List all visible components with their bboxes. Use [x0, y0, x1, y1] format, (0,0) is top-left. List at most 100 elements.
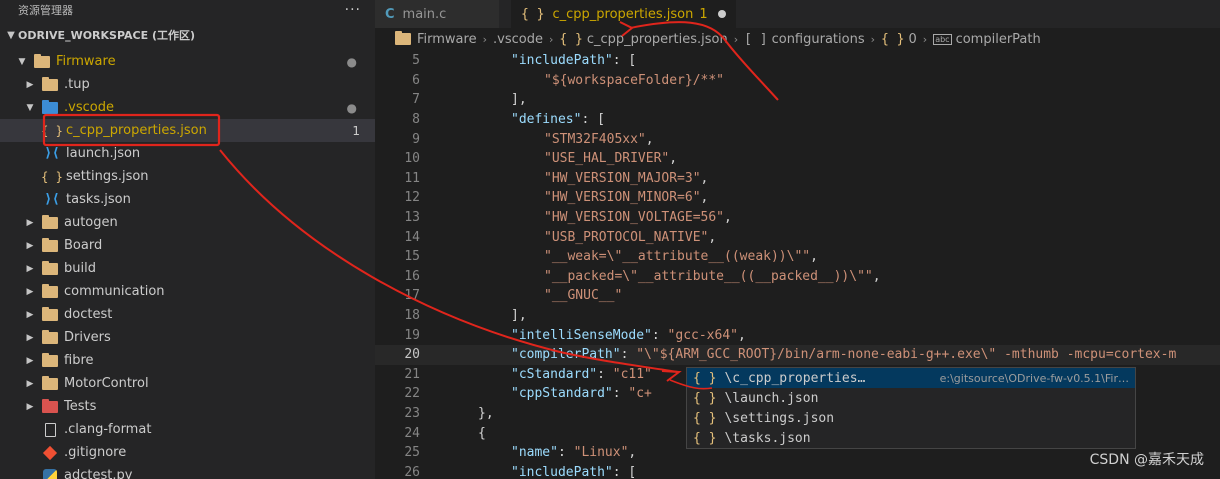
modified-dot-icon: ● [346, 100, 357, 115]
suggestion-item[interactable]: { } \settings.json [687, 408, 1135, 428]
tests-folder-icon [42, 398, 58, 413]
line-number: 25 [404, 445, 420, 461]
breadcrumb-item[interactable]: configurations [772, 32, 865, 47]
tree-item[interactable]: ▶ .tup [0, 73, 375, 96]
code-token: "compilerPath" [511, 347, 621, 363]
unsaved-dot-icon[interactable] [717, 10, 726, 18]
code-line[interactable]: 12 "HW_VERSION_MINOR=6", [375, 188, 708, 208]
code-line[interactable]: 24 { [375, 423, 485, 443]
code-line[interactable]: 16 "__packed=\"__attribute__((__packed__)… [375, 267, 880, 287]
tree-item[interactable]: ▶ build [0, 257, 375, 280]
code-line[interactable]: 10 "USE_HAL_DRIVER", [375, 149, 677, 169]
folder-icon [42, 283, 58, 298]
vscode-folder-icon [42, 99, 58, 114]
tree-item[interactable]: ▶ Tests [0, 395, 375, 418]
tree-item[interactable]: { } c_cpp_properties.json 1 [0, 119, 375, 142]
tree-item[interactable]: ▶ Drivers [0, 326, 375, 349]
code-line[interactable]: 14 "USB_PROTOCOL_NATIVE", [375, 227, 716, 247]
line-number: 8 [412, 112, 420, 128]
code-line[interactable]: 18], [375, 306, 526, 326]
tree-item[interactable]: ▶ fibre [0, 349, 375, 372]
code-line[interactable]: 7], [375, 90, 526, 110]
code-line[interactable]: 15 "__weak=\"__attribute__((weak))\"", [375, 247, 818, 267]
code-line[interactable]: 9 "STM32F405xx", [375, 129, 653, 149]
code-line[interactable]: 21 "cStandard": "c11" [375, 365, 652, 385]
code-line[interactable]: 26 "includePath": [ [375, 463, 636, 479]
breadcrumb-item[interactable]: Firmware [417, 32, 477, 47]
tree-item[interactable]: ▶ Board [0, 234, 375, 257]
line-number: 24 [404, 425, 420, 441]
code-token: "gcc-x64" [667, 327, 738, 343]
workspace-label: ODRIVE_WORKSPACE (工作区) [18, 29, 196, 42]
code-line[interactable]: 20 "compilerPath": "\"${ARM_GCC_ROOT}/bin… [375, 345, 1220, 365]
tab-label: c_cpp_properties.json [552, 6, 694, 22]
code-line[interactable]: 25 "name": "Linux", [375, 443, 636, 463]
tree-item[interactable]: ⟩⟨ tasks.json [0, 188, 375, 211]
tree-item[interactable]: ▶ autogen [0, 211, 375, 234]
array-icon: [ ] [744, 31, 768, 47]
code-text: "__GNUC__" [544, 288, 622, 303]
json-file-icon: { } [693, 430, 717, 446]
tree-item[interactable]: .clang-format [0, 418, 375, 441]
tree-item-label: .vscode [64, 100, 114, 115]
tree-item-icon [42, 237, 58, 254]
code-token: "cppStandard" [511, 386, 613, 402]
tree-item-icon [42, 445, 58, 461]
code-line[interactable]: 8 "defines": [ [375, 110, 605, 130]
tree-item-icon [42, 214, 58, 231]
line-number: 10 [404, 151, 420, 167]
breadcrumb-item[interactable]: 0 [909, 32, 917, 47]
tree-item[interactable]: adctest.py [0, 464, 375, 479]
tree-item-label: c_cpp_properties.json [66, 123, 207, 138]
code-line[interactable]: 19 "intelliSenseMode": "gcc-x64", [375, 325, 745, 345]
code-token: "__weak=\"__attribute__((weak))\"" [544, 249, 811, 265]
line-number: 15 [404, 249, 420, 265]
code-line[interactable]: 11 "HW_VERSION_MAJOR=3", [375, 169, 708, 189]
tab-inactive[interactable]: Cmain.c [375, 0, 499, 28]
tree-item-label: .gitignore [64, 445, 127, 460]
breadcrumb-item[interactable]: compilerPath [956, 32, 1041, 47]
code-line[interactable]: 5 "includePath": [ [375, 51, 636, 71]
code-token: "defines" [511, 112, 582, 128]
code-line[interactable]: 17 "__GNUC__" [375, 286, 622, 306]
folder-icon [42, 306, 58, 321]
code-token: "Linux" [573, 445, 629, 461]
code-text: "HW_VERSION_MAJOR=3", [544, 171, 708, 186]
suggestion-item[interactable]: { } \tasks.json [687, 428, 1135, 448]
code-text: { [478, 426, 486, 441]
tab-active[interactable]: { } c_cpp_properties.json 1 [511, 0, 736, 28]
tree-item[interactable]: .gitignore [0, 441, 375, 464]
tree-item-label: MotorControl [64, 376, 149, 391]
code-line[interactable]: 22 "cppStandard": "c+ [375, 384, 652, 404]
tree-item-icon [42, 99, 58, 116]
braces-icon: { } [881, 31, 905, 47]
code-token: "includePath" [511, 464, 613, 479]
code-token: "HW_VERSION_VOLTAGE=56" [544, 210, 725, 226]
line-number: 12 [404, 190, 420, 206]
tree-item[interactable]: ▼ Firmware ● [0, 50, 375, 73]
code-line[interactable]: 23}, [375, 404, 493, 424]
tree-item[interactable]: ▼ .vscode ● [0, 96, 375, 119]
breadcrumb-item[interactable]: c_cpp_properties.json [587, 32, 728, 47]
folder-icon [395, 31, 411, 45]
code-line[interactable]: 6 "${workspaceFolder}/**" [375, 71, 724, 91]
workspace-root[interactable]: ▼ ODRIVE_WORKSPACE (工作区) [0, 20, 375, 50]
code-token: , [724, 210, 732, 226]
chevron-right-icon: ▶ [26, 286, 34, 297]
tree-item[interactable]: ▶ doctest [0, 303, 375, 326]
suggestion-item[interactable]: { } \c_cpp_properties… e:\gitsource\ODrive… [687, 368, 1135, 388]
breadcrumb-item[interactable]: .vscode [493, 32, 543, 47]
tree-item[interactable]: ▶ communication [0, 280, 375, 303]
tree-item[interactable]: { } settings.json [0, 165, 375, 188]
suggestion-item[interactable]: { } \launch.json [687, 388, 1135, 408]
autocomplete-popup: { } \c_cpp_properties… e:\gitsource\ODrive… [686, 367, 1136, 449]
more-actions-icon[interactable]: ··· [345, 2, 361, 18]
tree-item[interactable]: ⟩⟨ launch.json [0, 142, 375, 165]
chevron-right-icon: ▶ [26, 263, 34, 274]
tree-item-icon [42, 260, 58, 277]
code-line[interactable]: 13 "HW_VERSION_VOLTAGE=56", [375, 208, 732, 228]
tree-item-label: Drivers [64, 330, 111, 345]
code-text: }, [478, 406, 494, 421]
code-token: : [ [612, 464, 637, 479]
tree-item[interactable]: ▶ MotorControl [0, 372, 375, 395]
